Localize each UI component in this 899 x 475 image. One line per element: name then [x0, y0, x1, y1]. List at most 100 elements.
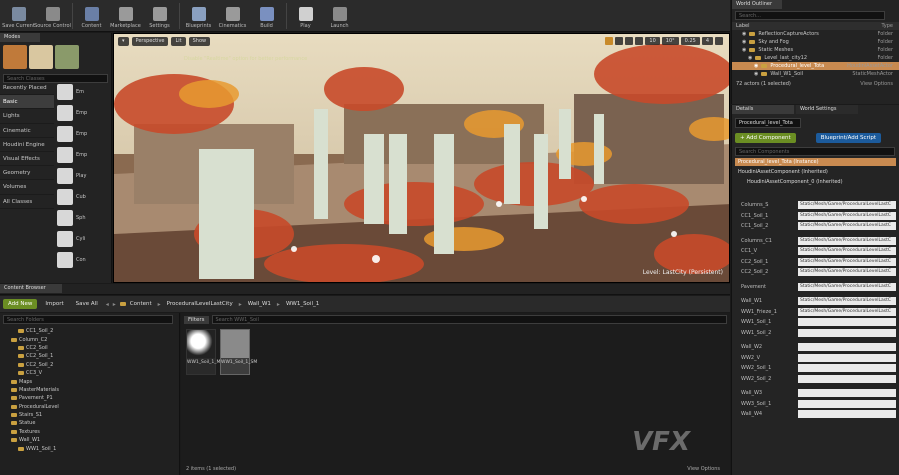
- property-mesh-field[interactable]: Static/Mesh/Game/ProceduralLevelLastC: [798, 268, 896, 277]
- show-button[interactable]: Show: [188, 36, 211, 46]
- toolbar-cinematics-button[interactable]: Cinematics: [216, 1, 249, 31]
- breadcrumb-procedurallevellastcity[interactable]: ProceduralLevelLastCity: [167, 301, 233, 307]
- save-all-button[interactable]: Save All: [72, 299, 102, 309]
- property-mesh-field[interactable]: Static/Mesh/Game/ProceduralLevelLastC: [798, 211, 896, 220]
- category-basic[interactable]: Basic: [0, 95, 54, 110]
- maximize-icon[interactable]: [715, 37, 723, 45]
- property-mesh-field[interactable]: [798, 353, 896, 362]
- property-mesh-field[interactable]: [798, 364, 896, 373]
- outliner-row[interactable]: ◉ Level_last_city12 Folder: [732, 54, 899, 62]
- folder-tree-item[interactable]: CC3_V: [0, 369, 179, 377]
- blueprint-script-button[interactable]: Blueprint/Add Script: [815, 133, 881, 143]
- outliner-view-options[interactable]: View Options: [860, 81, 893, 87]
- placeable-item[interactable]: Emp: [55, 123, 107, 144]
- visibility-eye-icon[interactable]: ◉: [754, 63, 758, 69]
- place-mode-icon[interactable]: [3, 45, 27, 69]
- breadcrumb-content[interactable]: Content: [130, 301, 152, 307]
- scale-icon[interactable]: [625, 37, 634, 45]
- foliage-mode-icon[interactable]: [55, 45, 79, 69]
- category-cinematic[interactable]: Cinematic: [0, 124, 54, 138]
- toolbar-launch-button[interactable]: Launch: [323, 1, 356, 31]
- folder-tree-item[interactable]: Pavement_P1: [0, 394, 179, 402]
- property-mesh-field[interactable]: [798, 389, 896, 398]
- toolbar-marketplace-button[interactable]: Marketplace: [109, 1, 142, 31]
- folder-tree-item[interactable]: Statue: [0, 419, 179, 427]
- details-tab[interactable]: Details: [732, 105, 794, 114]
- outliner-row[interactable]: ◉ Sky and Fog Folder: [732, 38, 899, 46]
- folder-tree-item[interactable]: CC2_Soil: [0, 344, 179, 352]
- visibility-eye-icon[interactable]: ◉: [742, 39, 746, 45]
- property-mesh-field[interactable]: Static/Mesh/Game/ProceduralLevelLastC: [798, 236, 896, 245]
- rotate-icon[interactable]: [615, 37, 624, 45]
- visibility-eye-icon[interactable]: ◉: [742, 47, 746, 53]
- add-new-button[interactable]: Add New: [3, 299, 38, 309]
- property-mesh-field[interactable]: [798, 343, 896, 352]
- translate-icon[interactable]: [605, 37, 614, 45]
- category-lights[interactable]: Lights: [0, 109, 54, 124]
- toolbar-play-button[interactable]: Play: [289, 1, 322, 31]
- rotation-snap-value[interactable]: 10°: [661, 37, 679, 45]
- view-options-button[interactable]: View Options: [687, 466, 720, 472]
- asset-tile[interactable]: WW1_Soil_1_M: [186, 329, 220, 375]
- property-mesh-field[interactable]: Static/Mesh/Game/ProceduralLevelLastC: [798, 222, 896, 231]
- world-outliner-tab[interactable]: World Outliner: [732, 0, 782, 9]
- folder-tree-item[interactable]: WW1_Soil_1: [0, 444, 179, 452]
- content-browser-tab[interactable]: Content Browser: [0, 284, 62, 293]
- folder-tree-item[interactable]: Stairs_S1: [0, 411, 179, 419]
- scale-snap-value[interactable]: 0.25: [680, 37, 700, 45]
- property-mesh-field[interactable]: Static/Mesh/Game/ProceduralLevelLastC: [798, 201, 896, 210]
- category-geometry[interactable]: Geometry: [0, 166, 54, 181]
- outliner-header-type[interactable]: Type: [882, 23, 893, 29]
- forward-icon[interactable]: ▸: [113, 301, 116, 308]
- toolbar-content-button[interactable]: Content: [75, 1, 108, 31]
- perspective-button[interactable]: Perspective: [131, 36, 169, 46]
- back-icon[interactable]: ◂: [106, 301, 109, 308]
- outliner-search-input[interactable]: Search...: [735, 11, 885, 20]
- add-component-button[interactable]: + Add Component: [735, 133, 796, 143]
- toolbar-settings-button[interactable]: Settings: [143, 1, 176, 31]
- placeable-item[interactable]: Cyli: [55, 228, 107, 249]
- folder-tree-item[interactable]: Maps: [0, 377, 179, 385]
- category-houdini-engine[interactable]: Houdini Engine: [0, 138, 54, 152]
- outliner-row[interactable]: ◉ Static Meshes Folder: [732, 46, 899, 54]
- lit-button[interactable]: Lit: [171, 36, 186, 46]
- asset-tile[interactable]: WW1_Soil_1_SM: [220, 329, 257, 375]
- placeable-item[interactable]: Sph: [55, 207, 107, 228]
- component-child-row[interactable]: HoudiniAssetComponent (Inherited): [735, 168, 896, 176]
- level-viewport[interactable]: ▾ Perspective Lit Show 10 10° 0.25 4 Dis…: [113, 33, 730, 283]
- placeable-item[interactable]: Emp: [55, 144, 107, 165]
- property-mesh-field[interactable]: Static/Mesh/Game/ProceduralLevelLastC: [798, 307, 896, 316]
- outliner-row[interactable]: ◉ Wall_W1_Soil StaticMeshActor: [732, 70, 899, 78]
- outliner-row[interactable]: ◉ Procedural_level_Tota HoudiniAssetActor: [732, 62, 899, 70]
- search-components-input[interactable]: Search Components: [735, 147, 895, 156]
- grid-snap-value[interactable]: 10: [645, 37, 660, 45]
- property-mesh-field[interactable]: [798, 410, 896, 419]
- folder-tree-item[interactable]: Textures: [0, 428, 179, 436]
- search-folders-input[interactable]: Search Folders: [3, 315, 173, 324]
- actor-name-field[interactable]: Procedural_level_Tota: [735, 118, 801, 128]
- breadcrumb-wall-w1[interactable]: Wall_W1: [248, 301, 271, 307]
- search-assets-input[interactable]: Search WW1_Soil: [211, 315, 727, 324]
- placeable-item[interactable]: Con: [55, 249, 107, 270]
- category-recently-placed[interactable]: Recently Placed: [0, 81, 54, 96]
- paint-mode-icon[interactable]: [29, 45, 53, 69]
- visibility-eye-icon[interactable]: ◉: [754, 71, 758, 77]
- property-mesh-field[interactable]: Static/Mesh/Game/ProceduralLevelLastC: [798, 282, 896, 291]
- world-icon[interactable]: [635, 37, 644, 45]
- folder-tree-item[interactable]: Column_C2: [0, 335, 179, 343]
- toolbar-save-current-button[interactable]: Save Current: [2, 1, 35, 31]
- toolbar-build-button[interactable]: Build: [250, 1, 283, 31]
- placeable-item[interactable]: Play: [55, 165, 107, 186]
- breadcrumb-ww1-soil-1[interactable]: WW1_Soil_1: [286, 301, 319, 307]
- folder-tree-item[interactable]: ProceduralLevel: [0, 403, 179, 411]
- component-self-row[interactable]: Procedural_level_Tota (Instance): [735, 158, 896, 166]
- outliner-header-label[interactable]: Label: [736, 23, 750, 29]
- property-mesh-field[interactable]: [798, 318, 896, 327]
- property-mesh-field[interactable]: [798, 328, 896, 337]
- outliner-row[interactable]: ◉ ReflectionCaptureActors Folder: [732, 30, 899, 38]
- category-all-classes[interactable]: All Classes: [0, 195, 54, 209]
- world-settings-tab[interactable]: World Settings: [796, 105, 858, 114]
- placeable-item[interactable]: Emp: [55, 102, 107, 123]
- folder-tree-item[interactable]: CC2_Soil_2: [0, 361, 179, 369]
- placeable-item[interactable]: Cub: [55, 186, 107, 207]
